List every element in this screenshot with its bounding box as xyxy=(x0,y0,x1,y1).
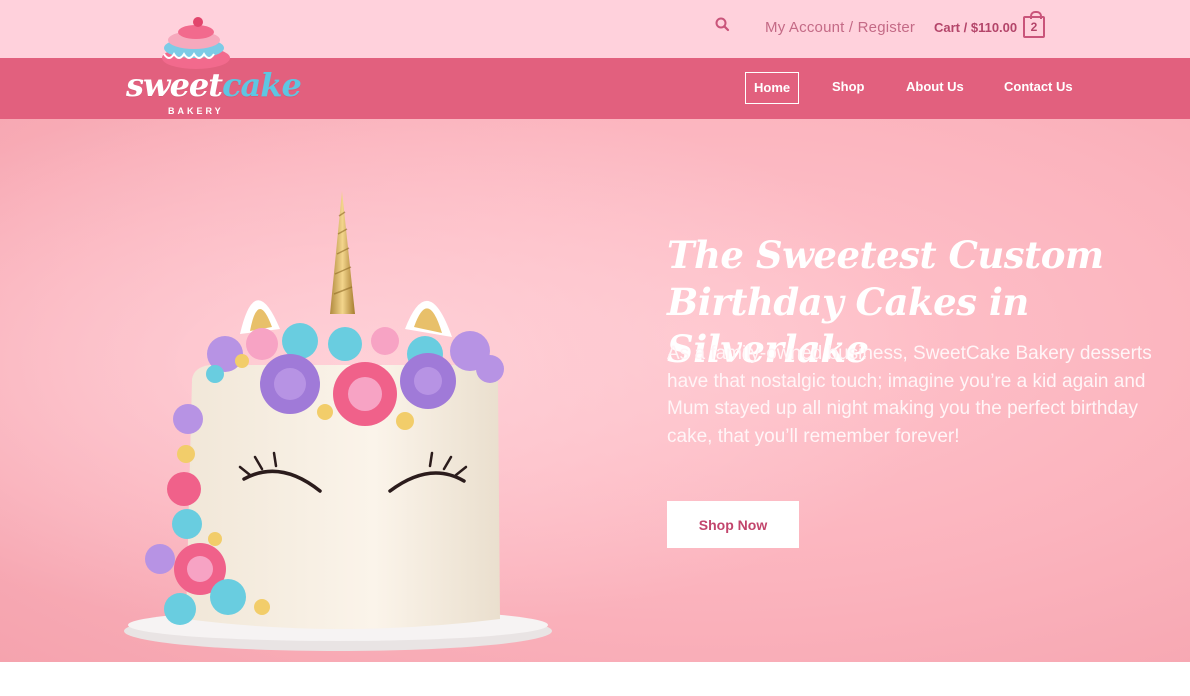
logo-wordmark: sweetcake xyxy=(126,66,302,104)
nav-item-shop[interactable]: Shop xyxy=(824,72,873,104)
logo-wordmark-cake: cake xyxy=(222,66,302,104)
logo-wordmark-sweet: sweet xyxy=(126,66,223,104)
logo-tagline: BAKERY xyxy=(168,106,224,116)
shop-now-button[interactable]: Shop Now xyxy=(667,501,799,548)
account-register-link[interactable]: My Account / Register xyxy=(765,19,915,36)
nav-item-contact-us[interactable]: Contact Us xyxy=(996,72,1081,104)
cart-link[interactable]: Cart / $110.00 xyxy=(934,20,1017,35)
cart-count-badge[interactable]: 2 xyxy=(1023,11,1045,38)
search-icon[interactable] xyxy=(714,16,732,34)
nav-item-about-us[interactable]: About Us xyxy=(898,72,972,104)
hero-description: As a family-owned business, SweetCake Ba… xyxy=(667,343,1152,447)
nav-item-home[interactable]: Home xyxy=(745,72,800,104)
page-bottom-strip xyxy=(0,662,1190,696)
